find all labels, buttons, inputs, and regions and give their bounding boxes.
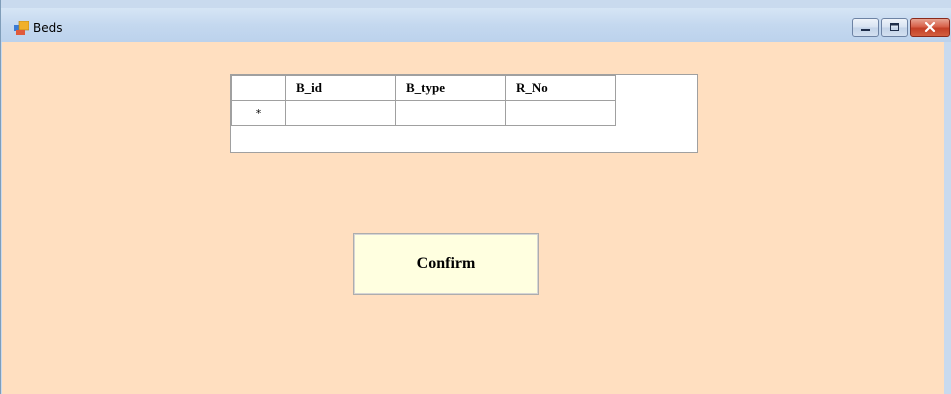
title-bar[interactable]: Beds xyxy=(1,8,951,42)
window-title: Beds xyxy=(33,21,63,35)
beds-window: Beds B_id B_type R_No * Confirm xyxy=(0,0,951,394)
maximize-button[interactable] xyxy=(881,18,908,37)
form-client-area: B_id B_type R_No * Confirm xyxy=(2,42,944,394)
grid-table: B_id B_type R_No * xyxy=(231,75,616,126)
new-row-marker[interactable]: * xyxy=(231,100,286,126)
column-header-b-id[interactable]: B_id xyxy=(285,75,396,101)
form-icon xyxy=(14,21,29,35)
grid-corner-header[interactable] xyxy=(231,75,286,101)
grid-header-row: B_id B_type R_No xyxy=(231,75,616,101)
table-row: * xyxy=(231,100,616,126)
minimize-icon xyxy=(861,29,870,31)
column-header-r-no[interactable]: R_No xyxy=(505,75,616,101)
confirm-button[interactable]: Confirm xyxy=(353,233,539,295)
cell-b-id[interactable] xyxy=(285,100,396,126)
close-button[interactable] xyxy=(910,18,950,37)
maximize-icon xyxy=(890,23,899,31)
cell-r-no[interactable] xyxy=(505,100,616,126)
minimize-button[interactable] xyxy=(852,18,879,37)
close-icon xyxy=(924,21,936,33)
column-header-b-type[interactable]: B_type xyxy=(395,75,506,101)
cell-b-type[interactable] xyxy=(395,100,506,126)
beds-data-grid[interactable]: B_id B_type R_No * xyxy=(230,74,698,153)
